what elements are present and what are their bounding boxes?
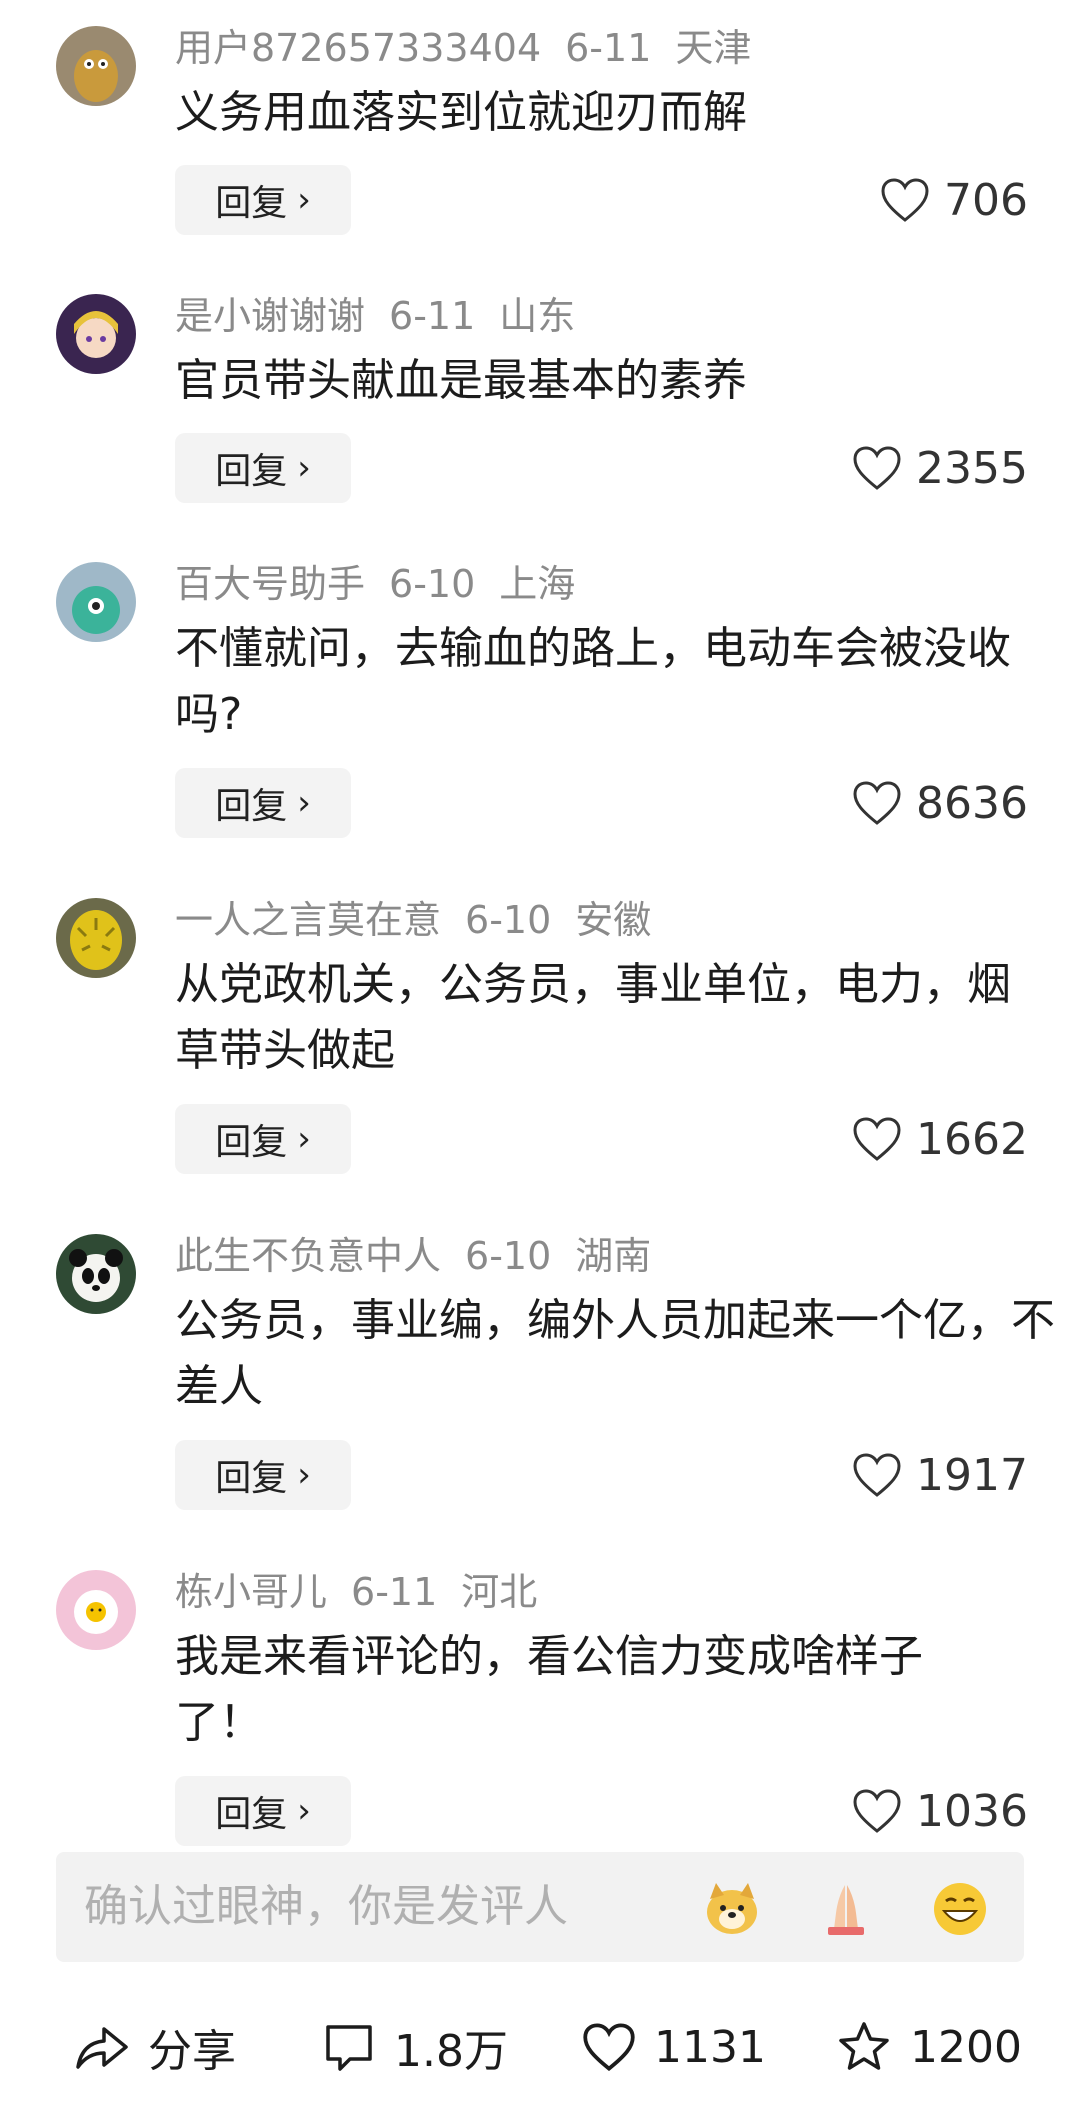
comment-item: 百大号助手 6-10 上海 不懂就问，去输血的路上，电动车会被没收吗? 回复 › 86… (0, 556, 1080, 866)
chevron-right-icon: › (297, 448, 311, 488)
like-button[interactable]: 1036 (852, 1776, 1028, 1846)
favorite-count: 1200 (910, 2021, 1022, 2073)
comment-count: 1.8万 (394, 2026, 508, 2077)
comment-text: 官员带头献血是最基本的素养 (175, 355, 747, 406)
reply-label: 回复 (215, 1122, 288, 1163)
dog-face-emoji[interactable] (702, 1879, 762, 1939)
comment-text: 不懂就问，去输血的路上，电动车会被没收吗? (175, 623, 1011, 740)
user-avatar[interactable] (56, 1234, 136, 1314)
comment-item: 用户872657333404 6-11 天津 义务用血落实到位就迎刃而解 回复 › 7… (0, 20, 1080, 260)
reply-button[interactable]: 回复 › (175, 1776, 351, 1846)
reply-label: 回复 (215, 451, 288, 492)
comment-meta: 栋小哥儿 6-11 河北 (175, 1564, 561, 1620)
reply-button[interactable]: 回复 › (175, 165, 351, 235)
comment-item: 栋小哥儿 6-11 河北 我是来看评论的，看公信力变成啥样子了！ 回复 › 1036 (0, 1564, 1080, 1854)
reply-label: 回复 (215, 183, 288, 224)
heart-icon (881, 178, 929, 222)
heart-icon (853, 1117, 901, 1161)
heart-icon (583, 2023, 635, 2072)
like-post-button[interactable]: 1131 (582, 1990, 766, 2104)
comment-meta: 用户872657333404 6-11 天津 (175, 20, 775, 76)
like-count: 706 (944, 174, 1028, 226)
user-avatar[interactable] (56, 26, 136, 106)
comment-date: 6-11 (351, 1570, 438, 1614)
grinning-face-emoji[interactable] (930, 1879, 990, 1939)
reply-button[interactable]: 回复 › (175, 1104, 351, 1174)
heart-icon (853, 446, 901, 490)
username[interactable]: 百大号助手 (175, 562, 365, 606)
reply-button[interactable]: 回复 › (175, 768, 351, 838)
like-count: 1036 (916, 1785, 1028, 1837)
user-avatar[interactable] (56, 1570, 136, 1650)
user-avatar[interactable] (56, 562, 136, 642)
like-button[interactable]: 2355 (852, 433, 1028, 503)
username[interactable]: 用户872657333404 (175, 26, 541, 70)
like-button[interactable]: 706 (880, 165, 1028, 235)
user-avatar[interactable] (56, 294, 136, 374)
comment-date: 6-11 (389, 294, 476, 338)
comment-meta: 一人之言莫在意 6-10 安徽 (175, 892, 675, 948)
share-label: 分享 (148, 2026, 236, 2077)
comment-item: 此生不负意中人 6-10 湖南 公务员，事业编，编外人员加起来一个亿，不差人 回复 ›… (0, 1228, 1080, 1538)
chevron-right-icon: › (297, 1791, 311, 1831)
comment-location: 山东 (499, 294, 576, 338)
username[interactable]: 此生不负意中人 (175, 1234, 441, 1278)
comment-text: 从党政机关，公务员，事业单位，电力，烟草带头做起 (175, 959, 1011, 1076)
comment-icon (326, 2025, 372, 2071)
chevron-right-icon: › (297, 1119, 311, 1159)
comment-item: 一人之言莫在意 6-10 安徽 从党政机关，公务员，事业单位，电力，烟草带头做起 回… (0, 892, 1080, 1202)
reply-label: 回复 (215, 1794, 288, 1835)
like-count: 8636 (916, 777, 1028, 829)
comment-date: 6-10 (465, 898, 552, 942)
comment-meta: 是小谢谢谢 6-11 山东 (175, 288, 599, 344)
comment-input-placeholder: 确认过眼神，你是发评人 (84, 1881, 568, 1932)
comment-button[interactable]: 1.8万 (322, 1990, 508, 2104)
comment-location: 上海 (499, 562, 576, 606)
reply-button[interactable]: 回复 › (175, 1440, 351, 1510)
like-button[interactable]: 1917 (852, 1440, 1028, 1510)
comment-text: 公务员，事业编，编外人员加起来一个亿，不差人 (175, 1295, 1055, 1412)
like-count: 1662 (916, 1113, 1028, 1165)
username[interactable]: 一人之言莫在意 (175, 898, 441, 942)
comment-date: 6-10 (465, 1234, 552, 1278)
comment-item: 是小谢谢谢 6-11 山东 官员带头献血是最基本的素养 回复 › 2355 (0, 288, 1080, 528)
comment-text: 义务用血落实到位就迎刃而解 (175, 87, 747, 138)
comment-location: 河北 (461, 1570, 538, 1614)
comment-meta: 此生不负意中人 6-10 湖南 (175, 1228, 675, 1284)
like-count: 1917 (916, 1449, 1028, 1501)
star-icon (839, 2022, 889, 2070)
reply-label: 回复 (215, 786, 288, 827)
chevron-right-icon: › (297, 783, 311, 823)
chevron-right-icon: › (297, 180, 311, 220)
heart-icon (853, 1453, 901, 1497)
like-button[interactable]: 1662 (852, 1104, 1028, 1174)
comment-location: 天津 (675, 26, 752, 70)
comment-location: 湖南 (575, 1234, 652, 1278)
like-button[interactable]: 8636 (852, 768, 1028, 838)
username[interactable]: 栋小哥儿 (175, 1570, 327, 1614)
comment-location: 安徽 (575, 898, 652, 942)
like-count: 2355 (916, 442, 1028, 494)
share-button[interactable]: 分享 (74, 1990, 236, 2104)
reply-button[interactable]: 回复 › (175, 433, 351, 503)
chevron-right-icon: › (297, 1455, 311, 1495)
user-avatar[interactable] (56, 898, 136, 978)
comment-input[interactable]: 确认过眼神，你是发评人 (56, 1852, 1024, 1962)
bottom-action-bar: 分享 1.8万 1131 1200 (0, 1990, 1080, 2104)
comment-text: 我是来看评论的，看公信力变成啥样子了！ (175, 1631, 923, 1748)
reply-label: 回复 (215, 1458, 288, 1499)
favorite-button[interactable]: 1200 (836, 1990, 1022, 2104)
comment-date: 6-11 (565, 26, 652, 70)
heart-icon (853, 1789, 901, 1833)
username[interactable]: 是小谢谢谢 (175, 294, 365, 338)
comment-meta: 百大号助手 6-10 上海 (175, 556, 599, 612)
comment-date: 6-10 (389, 562, 476, 606)
post-like-count: 1131 (654, 2021, 766, 2073)
heart-icon (853, 781, 901, 825)
praying-hands-emoji[interactable] (816, 1879, 876, 1939)
share-icon (76, 2027, 128, 2069)
